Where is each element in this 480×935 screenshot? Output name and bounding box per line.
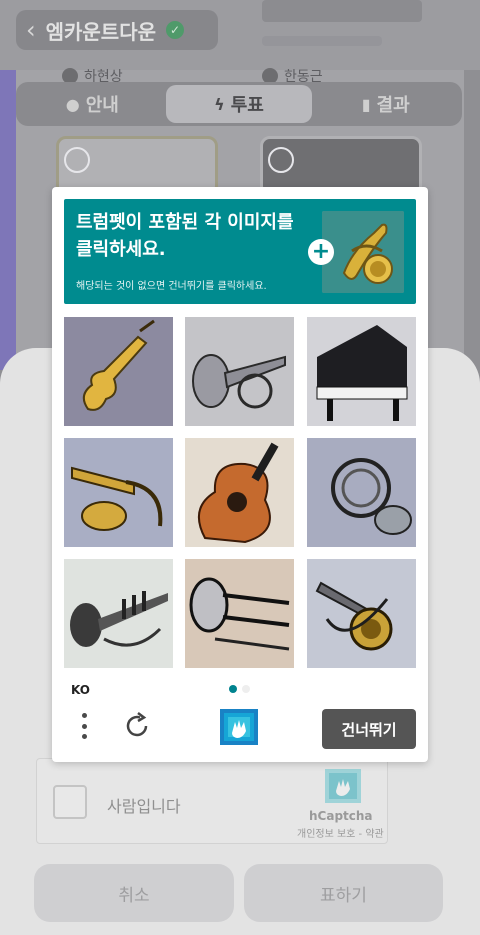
cancel-button[interactable]: 취소: [34, 864, 234, 922]
page-indicator: [229, 685, 250, 693]
image-tile[interactable]: [185, 559, 294, 668]
hcaptcha-logo-icon: [325, 769, 361, 803]
image-tile[interactable]: [185, 317, 294, 426]
image-grid: [64, 317, 416, 669]
menu-icon[interactable]: [74, 709, 94, 743]
header-placeholder: [262, 0, 422, 22]
captcha-challenge: 트럼펫이 포함된 각 이미지를 클릭하세요. 해당되는 것이 없으면 건너뛰기를…: [52, 187, 428, 762]
image-tile[interactable]: [307, 438, 416, 547]
bulb-icon: ●: [65, 94, 80, 114]
human-checkbox[interactable]: [53, 785, 87, 819]
plus-icon: +: [308, 239, 334, 265]
side-banner: [0, 70, 16, 370]
tab-results[interactable]: ▮ 결과: [312, 85, 459, 123]
brand-name: hCaptcha: [309, 809, 373, 823]
verified-icon: ✓: [166, 21, 185, 39]
back-button[interactable]: ‹ 엠카운트다운 ✓: [16, 10, 218, 50]
page-dot: [242, 685, 250, 693]
tab-info[interactable]: ● 안내: [19, 85, 166, 123]
image-tile[interactable]: [64, 559, 173, 668]
privacy-terms-links[interactable]: 개인정보 보호 - 약관: [297, 825, 384, 840]
image-tile[interactable]: [185, 438, 294, 547]
hcaptcha-widget: 사람입니다 hCaptcha 개인정보 보호 - 약관: [36, 758, 388, 844]
challenge-prompt: 트럼펫이 포함된 각 이미지를 클릭하세요. 해당되는 것이 없으면 건너뛰기를…: [64, 199, 416, 304]
image-tile[interactable]: [307, 559, 416, 668]
candidate-radio[interactable]: [268, 147, 294, 173]
show-title: 엠카운트다운: [45, 19, 157, 44]
vote-button[interactable]: 표하기: [244, 864, 443, 922]
lightning-icon: ϟ: [214, 94, 225, 114]
chevron-left-icon: ‹: [26, 16, 36, 44]
tab-vote[interactable]: ϟ 투표: [165, 85, 313, 123]
candidate-radio[interactable]: [64, 147, 90, 173]
image-tile[interactable]: [64, 438, 173, 547]
skip-button[interactable]: 건너뛰기: [322, 709, 416, 749]
hcaptcha-logo-icon: [220, 709, 258, 745]
prompt-subtitle: 해당되는 것이 없으면 건너뛰기를 클릭하세요.: [76, 281, 267, 292]
bar-chart-icon: ▮: [361, 94, 371, 114]
prompt-title: 트럼펫이 포함된 각 이미지를 클릭하세요.: [76, 212, 294, 260]
checkbox-label: 사람입니다: [107, 797, 181, 816]
language-selector[interactable]: KO: [71, 683, 90, 697]
refresh-icon[interactable]: [122, 711, 152, 741]
image-tile[interactable]: [64, 317, 173, 426]
header-placeholder: [262, 36, 382, 46]
page-dot-active: [229, 685, 237, 693]
image-tile[interactable]: [307, 317, 416, 426]
example-image: [322, 211, 404, 293]
tab-bar: ● 안내 ϟ 투표 ▮ 결과: [16, 82, 462, 126]
